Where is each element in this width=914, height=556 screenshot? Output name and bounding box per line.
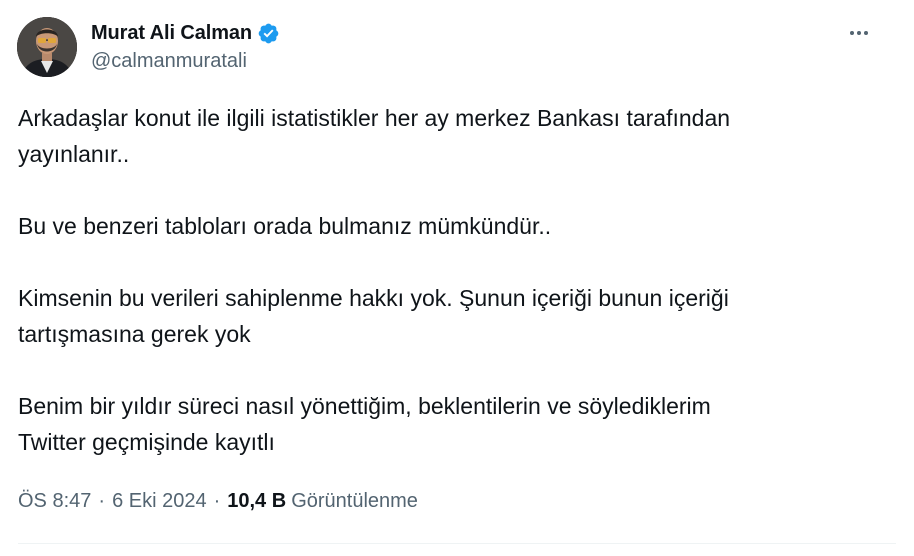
tweet-meta: ÖS 8:47 · 6 Eki 2024 · 10,4 B Görüntülen… (18, 487, 418, 515)
tweet-time[interactable]: ÖS 8:47 (18, 487, 91, 515)
tweet-paragraph: Arkadaşlar konut ile ilgili istatistikle… (18, 105, 731, 167)
author-display-name[interactable]: Murat Ali Calman (91, 22, 252, 45)
tweet-paragraph: Bu ve benzeri tabloları orada bulmanız m… (18, 213, 552, 239)
avatar[interactable] (17, 17, 77, 77)
author-name-row: Murat Ali Calman (91, 20, 280, 46)
views-count: 10,4 B (227, 490, 287, 512)
avatar-image (17, 17, 77, 77)
tweet-paragraph: Benim bir yıldır süreci nasıl yönettiğim… (18, 393, 711, 455)
meta-separator: · (98, 490, 106, 512)
tweet-date[interactable]: 6 Eki 2024 (112, 487, 207, 515)
views-label: Görüntülenme (291, 490, 418, 512)
tweet-card: Murat Ali Calman @calmanmuratali Arkadaş… (0, 0, 914, 556)
tweet-paragraph: Kimsenin bu verileri sahiplenme hakkı yo… (18, 285, 729, 347)
meta-separator: · (213, 490, 221, 512)
tweet-text: Arkadaşlar konut ile ilgili istatistikle… (18, 100, 898, 460)
author-handle[interactable]: @calmanmuratali (91, 50, 247, 73)
divider (18, 543, 896, 544)
more-horizontal-icon[interactable] (842, 20, 876, 46)
verified-badge-icon[interactable] (257, 22, 280, 45)
